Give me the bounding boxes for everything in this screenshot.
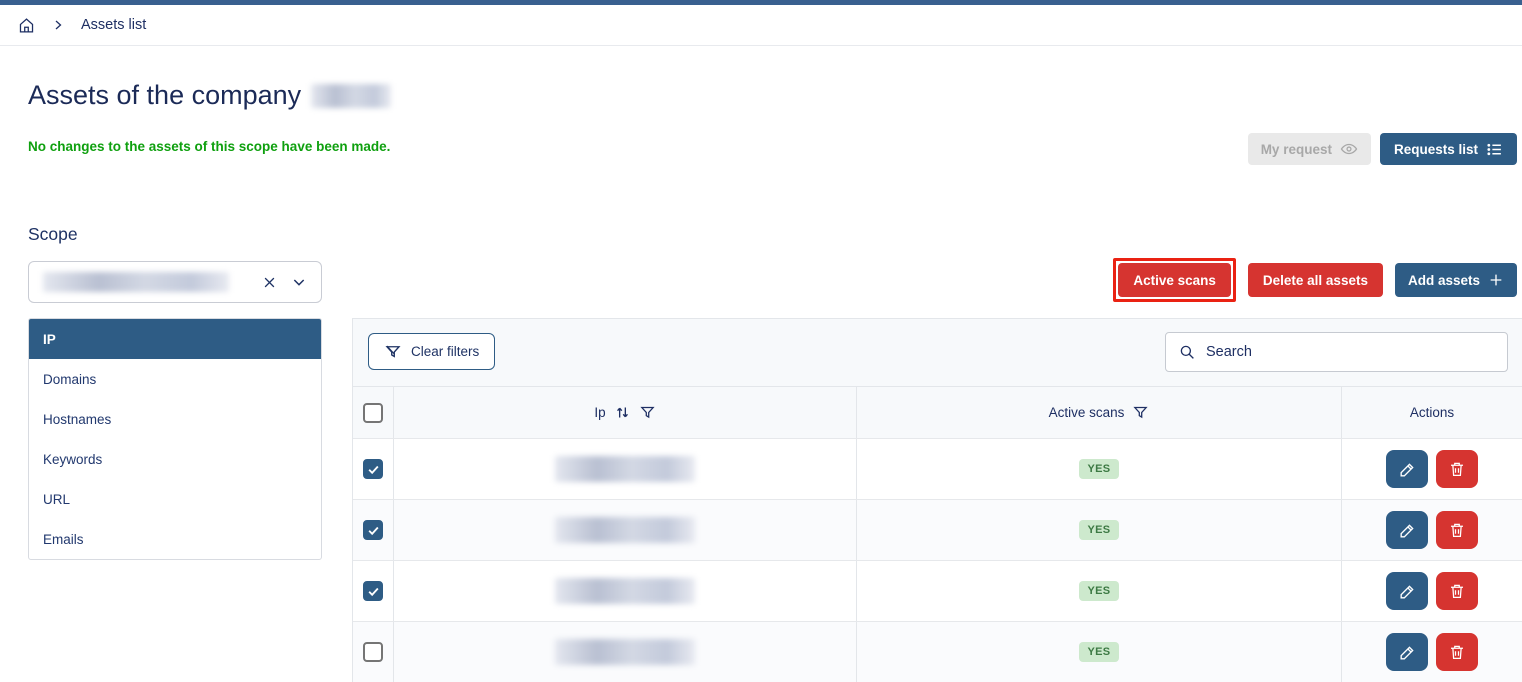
breadcrumb-current[interactable]: Assets list — [81, 17, 146, 33]
add-assets-label: Add assets — [1408, 273, 1480, 288]
actions-cell — [1341, 439, 1522, 499]
search-box — [1165, 332, 1508, 372]
page-title: Assets of the company — [28, 80, 391, 111]
filter-icon[interactable] — [639, 404, 656, 421]
table-row: YES — [353, 560, 1522, 621]
breadcrumb: Assets list — [0, 5, 1522, 46]
column-header-active-scans: Active scans — [856, 387, 1341, 438]
column-header-actions: Actions — [1341, 387, 1522, 438]
header-buttons: My request Requests list — [1248, 133, 1517, 165]
actions-cell — [1341, 500, 1522, 560]
table-header-row: Ip Active scans Actions — [353, 386, 1522, 438]
scope-select[interactable] — [28, 261, 322, 303]
table-row: YES — [353, 499, 1522, 560]
active-scans-highlight-box: Active scans — [1113, 258, 1236, 302]
active-scans-label: Active scans — [1133, 273, 1216, 288]
clear-filters-button[interactable]: Clear filters — [368, 333, 495, 370]
row-checkbox-cell — [353, 439, 393, 499]
my-request-label: My request — [1261, 142, 1332, 157]
table-row: YES — [353, 438, 1522, 499]
row-checkbox[interactable] — [363, 642, 383, 662]
active-scans-cell: YES — [856, 439, 1341, 499]
active-scans-cell: YES — [856, 622, 1341, 682]
sidebar-item-url[interactable]: URL — [29, 479, 321, 519]
ip-column-label: Ip — [594, 405, 605, 420]
asset-type-tabs: IP Domains Hostnames Keywords URL Emails — [28, 318, 322, 560]
status-badge: YES — [1079, 642, 1120, 662]
actions-column-label: Actions — [1410, 405, 1454, 420]
delete-all-assets-button[interactable]: Delete all assets — [1248, 263, 1383, 297]
filter-clear-icon — [384, 343, 402, 361]
delete-button[interactable] — [1436, 511, 1478, 549]
filter-icon[interactable] — [1132, 404, 1149, 421]
edit-button[interactable] — [1386, 572, 1428, 610]
status-badge: YES — [1079, 581, 1120, 601]
scope-heading: Scope — [28, 224, 78, 245]
ip-cell — [393, 622, 856, 682]
search-input[interactable] — [1206, 344, 1495, 360]
requests-list-button[interactable]: Requests list — [1380, 133, 1517, 165]
page-title-text: Assets of the company — [28, 80, 301, 111]
row-checkbox[interactable] — [363, 581, 383, 601]
sidebar-item-domains[interactable]: Domains — [29, 359, 321, 399]
requests-list-label: Requests list — [1394, 142, 1478, 157]
row-checkbox-cell — [353, 500, 393, 560]
list-icon — [1486, 141, 1503, 158]
active-scans-cell: YES — [856, 561, 1341, 621]
home-icon[interactable] — [18, 17, 35, 34]
chevron-down-icon[interactable] — [291, 274, 307, 290]
delete-button[interactable] — [1436, 450, 1478, 488]
ip-cell — [393, 500, 856, 560]
company-name-redacted — [311, 84, 391, 108]
eye-icon — [1340, 140, 1358, 158]
table-row: YES — [353, 621, 1522, 682]
select-all-checkbox[interactable] — [363, 403, 383, 423]
ip-value-redacted — [555, 517, 695, 543]
actions-cell — [1341, 561, 1522, 621]
delete-button[interactable] — [1436, 633, 1478, 671]
assets-table-panel: Clear filters Ip — [352, 318, 1522, 682]
sidebar-item-keywords[interactable]: Keywords — [29, 439, 321, 479]
row-checkbox-cell — [353, 622, 393, 682]
sidebar-item-ip[interactable]: IP — [29, 319, 321, 359]
row-checkbox[interactable] — [363, 520, 383, 540]
table-toolbar: Clear filters — [353, 319, 1522, 386]
clear-x-icon[interactable] — [262, 275, 277, 290]
edit-button[interactable] — [1386, 450, 1428, 488]
sidebar-item-hostnames[interactable]: Hostnames — [29, 399, 321, 439]
actions-cell — [1341, 622, 1522, 682]
delete-all-label: Delete all assets — [1263, 273, 1368, 288]
delete-button[interactable] — [1436, 572, 1478, 610]
clear-filters-label: Clear filters — [411, 344, 479, 359]
plus-icon — [1488, 272, 1504, 288]
ip-value-redacted — [555, 456, 695, 482]
ip-cell — [393, 561, 856, 621]
active-scans-cell: YES — [856, 500, 1341, 560]
ip-value-redacted — [555, 578, 695, 604]
sort-icon[interactable] — [614, 404, 631, 421]
add-assets-button[interactable]: Add assets — [1395, 263, 1517, 297]
ip-value-redacted — [555, 639, 695, 665]
row-checkbox[interactable] — [363, 459, 383, 479]
table-action-buttons: Active scans Delete all assets Add asset… — [1113, 258, 1517, 302]
active-scans-button[interactable]: Active scans — [1118, 263, 1231, 297]
active-scans-column-label: Active scans — [1049, 405, 1125, 420]
edit-button[interactable] — [1386, 511, 1428, 549]
column-header-ip: Ip — [393, 387, 856, 438]
ip-cell — [393, 439, 856, 499]
row-checkbox-cell — [353, 561, 393, 621]
my-request-button[interactable]: My request — [1248, 133, 1371, 165]
scope-value-redacted — [43, 272, 229, 292]
status-message: No changes to the assets of this scope h… — [28, 139, 390, 154]
status-badge: YES — [1079, 520, 1120, 540]
breadcrumb-separator-icon — [52, 19, 64, 31]
header-select-all-cell — [353, 387, 393, 438]
edit-button[interactable] — [1386, 633, 1428, 671]
sidebar-item-emails[interactable]: Emails — [29, 519, 321, 559]
status-badge: YES — [1079, 459, 1120, 479]
search-icon — [1178, 343, 1196, 361]
